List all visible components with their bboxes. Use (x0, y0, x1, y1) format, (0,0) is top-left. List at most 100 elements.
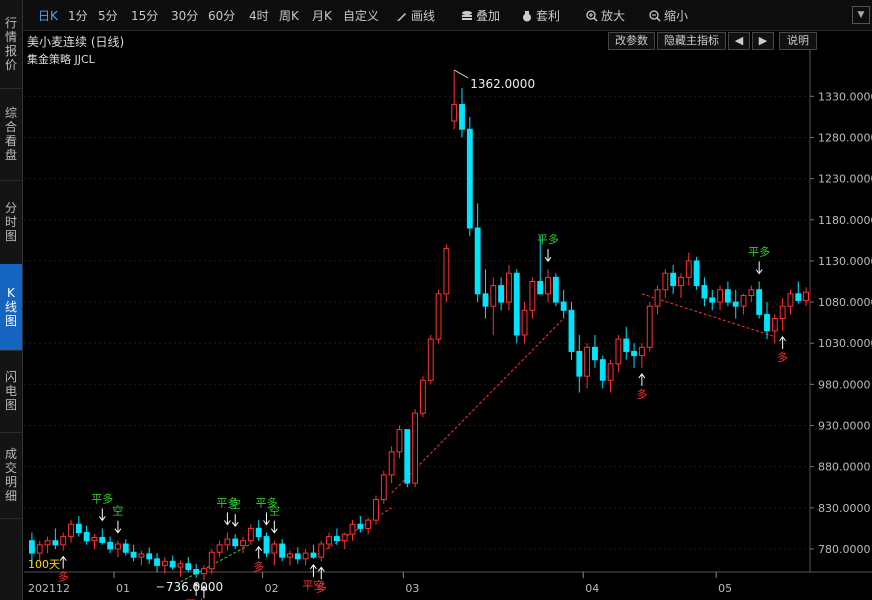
candle-body (506, 272, 512, 303)
candle-body (724, 289, 731, 303)
x-tick-label: 01 (116, 582, 130, 595)
candle-body (466, 128, 473, 229)
candle-body (568, 309, 575, 352)
candle-body (795, 293, 802, 301)
trend-line (641, 293, 775, 338)
candle-body (748, 289, 755, 296)
y-tick-label: 1080.0000 (818, 296, 872, 309)
candle-body (662, 272, 669, 291)
candle-body (310, 552, 317, 558)
candle-body (451, 104, 458, 122)
candle-body (732, 301, 739, 307)
signal-arrow (98, 508, 106, 522)
candle-body (271, 543, 278, 554)
candle-body (185, 563, 192, 571)
candle-body (459, 104, 465, 130)
candle-body (756, 289, 763, 315)
candle-body (638, 346, 645, 357)
candle-body (631, 350, 637, 357)
signal-label: 空 (230, 497, 241, 511)
candle-body (216, 544, 223, 553)
candle-body (154, 558, 160, 566)
candle-body (427, 338, 434, 381)
candle-body (685, 260, 692, 278)
candle-body (161, 560, 168, 566)
x-tick-label: 02 (265, 582, 279, 595)
candle-body (28, 540, 35, 554)
candle-body (193, 569, 200, 575)
candle-body (545, 276, 551, 295)
candle-body (584, 346, 591, 377)
candle-body (52, 540, 59, 546)
signal-label: 多 (253, 560, 264, 574)
candle-body (169, 560, 176, 568)
signal-label: 多 (316, 580, 327, 594)
candle-body (670, 272, 677, 287)
candle-body (599, 359, 606, 381)
signal-label: 多 (58, 570, 69, 584)
candle-body (717, 289, 723, 303)
candle-body (701, 285, 708, 299)
candle-body (279, 543, 286, 558)
candle-body (552, 276, 559, 303)
candle-body (396, 429, 403, 453)
candle-body (318, 543, 325, 558)
signal-label: 平多 (91, 491, 113, 505)
signal-label: 空 (269, 504, 280, 518)
candle-body (44, 540, 51, 546)
y-tick-label: 1130.0000 (818, 255, 872, 268)
signal-arrow (114, 520, 122, 534)
candle-body (115, 543, 121, 550)
candle-body (435, 293, 442, 340)
candle-body (615, 338, 622, 365)
signal-arrow (755, 261, 763, 275)
candle-body (75, 523, 82, 533)
candle-body (60, 536, 67, 546)
candle-body (803, 291, 810, 301)
candlestick-chart[interactable]: 1330.0000 1280.0000 1230.0000 1180.0000 1130… (0, 0, 872, 600)
signal-label: 平多 (537, 232, 559, 246)
y-tick-label: 880.0000 (818, 461, 871, 474)
candle-body (537, 280, 544, 295)
y-tick-label: 830.0000 (818, 502, 871, 515)
candle-body (146, 553, 153, 560)
candle-body (224, 538, 231, 546)
candle-body (654, 289, 661, 307)
y-tick-label: 1330.0000 (818, 90, 872, 103)
candle-body (419, 379, 426, 414)
candle-body (560, 301, 567, 311)
signal-arrow (59, 555, 67, 569)
candle-body (122, 543, 129, 553)
candle-body (623, 338, 630, 352)
candle-body (83, 531, 90, 542)
signal-arrow (224, 512, 231, 526)
candle-body (302, 552, 309, 560)
candle-body (764, 313, 770, 332)
signal-arrow (544, 249, 552, 262)
candle-body (130, 551, 137, 558)
candle-body (678, 276, 684, 287)
candle-body (36, 544, 43, 554)
candle-body (576, 350, 583, 377)
candle-body (341, 533, 348, 542)
candle-body (404, 429, 411, 484)
candle-body (646, 305, 653, 348)
candle-body (138, 553, 145, 558)
candle-body (709, 297, 716, 303)
signal-label: 平多 (748, 244, 770, 258)
min-price-label: 736.0000 (166, 580, 223, 594)
candle-body (107, 541, 114, 550)
y-tick-label: 780.0000 (818, 543, 871, 556)
signal-label: 多 (777, 350, 788, 364)
candle-body (513, 272, 520, 336)
y-tick-label: 980.0000 (818, 378, 871, 391)
candle-body (592, 346, 598, 361)
candle-body (474, 227, 481, 295)
candle-body (232, 538, 239, 547)
candle-body (482, 293, 489, 307)
x-tick-label: 202112 (28, 582, 70, 595)
candle-body (521, 309, 528, 336)
max-price-label: 1362.0000 (470, 77, 535, 91)
signal-arrow (317, 566, 325, 580)
candle-body (498, 285, 505, 303)
